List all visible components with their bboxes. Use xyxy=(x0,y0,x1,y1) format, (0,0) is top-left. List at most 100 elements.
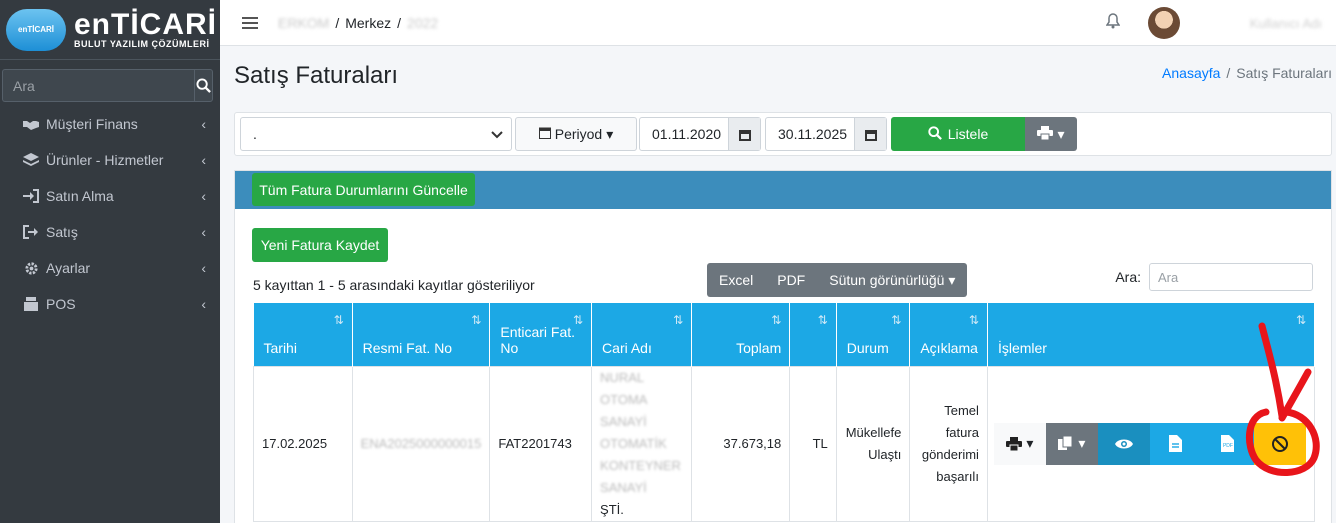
list-button[interactable]: Listele xyxy=(891,117,1025,151)
column-header-date[interactable]: Tarihi ⇅ xyxy=(253,303,353,366)
print-icon xyxy=(1006,436,1023,451)
table-header-row: Tarihi ⇅ Resmi Fat. No ⇅ Enticari Fat. No ⇅… xyxy=(253,303,1316,366)
cash-register-icon xyxy=(20,297,42,311)
sidebar-item-satis[interactable]: Satış ‹ xyxy=(0,214,220,250)
cloud-logo-icon: enTİCARİ xyxy=(6,8,66,51)
table-search-input[interactable] xyxy=(1149,263,1313,291)
caret-down-icon: ▾ xyxy=(606,125,614,142)
sort-icon: ⇅ xyxy=(673,313,684,327)
sign-in-icon xyxy=(20,189,42,203)
column-header-description[interactable]: Açıklama ⇅ xyxy=(909,303,988,366)
period-dropdown-button[interactable]: Periyod ▾ xyxy=(515,117,637,151)
hamburger-menu-icon[interactable] xyxy=(242,16,258,29)
ban-icon xyxy=(1271,435,1288,452)
start-date-field[interactable]: 01.11.2020 xyxy=(639,117,761,151)
sidebar-search-input[interactable] xyxy=(2,69,194,102)
cell-description: Temel fatura gönderimi başarılı xyxy=(909,365,988,522)
table-row: 17.02.2025 ENA2025000000015 FAT2201743 N… xyxy=(253,365,1316,522)
excel-button[interactable]: Excel xyxy=(707,272,765,288)
sort-icon: ⇅ xyxy=(968,313,979,327)
chevron-left-icon: ‹ xyxy=(201,296,206,312)
column-header-currency[interactable]: ⇅ xyxy=(789,303,837,366)
chevron-left-icon: ‹ xyxy=(201,188,206,204)
sidebar-item-pos[interactable]: POS ‹ xyxy=(0,286,220,322)
layers-icon xyxy=(20,153,42,167)
new-invoice-button[interactable]: Yeni Fatura Kaydet xyxy=(252,228,388,262)
chevron-left-icon: ‹ xyxy=(201,152,206,168)
sign-out-icon xyxy=(20,225,42,239)
column-header-total[interactable]: Toplam ⇅ xyxy=(691,303,791,366)
sort-icon: ⇅ xyxy=(572,313,584,327)
brand-subtitle: BULUT YAZILIM ÇÖZÜMLERİ xyxy=(74,38,210,49)
cell-date: 17.02.2025 xyxy=(253,365,353,522)
sort-icon: ⇅ xyxy=(771,313,782,327)
sort-icon: ⇅ xyxy=(1295,313,1306,327)
sort-icon: ⇅ xyxy=(891,313,902,327)
branch-name[interactable]: Merkez xyxy=(345,15,391,31)
caret-down-icon: ▾ xyxy=(1057,125,1065,142)
sort-icon: ⇅ xyxy=(817,313,828,327)
sidebar-item-urunler-hizmetler[interactable]: Ürünler - Hizmetler ‹ xyxy=(0,142,220,178)
navbar-context: ERKOM / Merkez / 2022 xyxy=(278,14,439,31)
column-header-official-no[interactable]: Resmi Fat. No ⇅ xyxy=(352,303,491,366)
chevron-left-icon: ‹ xyxy=(201,260,206,276)
row-cancel-button[interactable] xyxy=(1253,422,1306,465)
row-pdf-button[interactable]: PDF xyxy=(1201,422,1254,465)
print-icon xyxy=(1037,125,1054,143)
sidebar-search-button[interactable] xyxy=(194,69,213,102)
page-title: Satış Faturaları xyxy=(234,62,399,89)
column-header-enticari-no[interactable]: Enticari Fat. No ⇅ xyxy=(489,303,593,366)
chevron-left-icon: ‹ xyxy=(201,224,206,240)
avatar[interactable] xyxy=(1148,7,1180,39)
file-text-icon xyxy=(1169,435,1183,452)
update-all-statuses-button[interactable]: Tüm Fatura Durumlarını Güncelle xyxy=(252,173,475,206)
breadcrumb-current: Satış Faturaları xyxy=(1236,65,1332,81)
brand-logo[interactable]: enTİCARİ enTİCARİ BULUT YAZILIM ÇÖZÜMLER… xyxy=(0,0,220,60)
records-info: 5 kayıttan 1 - 5 arasındaki kayıtlar gös… xyxy=(253,277,535,293)
caret-down-icon: ▾ xyxy=(1026,435,1034,451)
column-header-actions[interactable]: İşlemler ⇅ xyxy=(987,303,1316,366)
cell-cari: NURAL OTOMA SANAYİ OTOMATİK KONTEYNER SA… xyxy=(591,365,693,522)
sidebar-item-musteri-finans[interactable]: Müşteri Finans ‹ xyxy=(0,106,220,142)
column-header-cari[interactable]: Cari Adı ⇅ xyxy=(591,303,693,366)
search-icon xyxy=(928,125,942,143)
row-print-dropdown-button[interactable]: ▾ xyxy=(993,422,1046,465)
calendar-icon[interactable] xyxy=(728,118,760,150)
pdf-button[interactable]: PDF xyxy=(765,272,817,288)
row-document-button[interactable] xyxy=(1149,422,1202,465)
breadcrumb: Anasayfa / Satış Faturaları xyxy=(1162,65,1332,81)
gear-icon xyxy=(20,261,42,276)
card-header: Tüm Fatura Durumlarını Güncelle xyxy=(235,171,1331,209)
brand-title: enTİCARİ xyxy=(74,7,217,41)
cell-status: Mükellefe Ulaştı xyxy=(835,365,911,522)
caret-down-icon: ▾ xyxy=(1078,435,1086,451)
sort-icon: ⇅ xyxy=(471,313,482,327)
export-buttons: Excel PDF Sütun görünürlüğü ▾ xyxy=(707,263,968,297)
chevron-down-icon xyxy=(491,126,503,142)
cell-currency: TL xyxy=(789,365,837,522)
sidebar-item-satin-alma[interactable]: Satın Alma ‹ xyxy=(0,178,220,214)
column-header-status[interactable]: Durum ⇅ xyxy=(836,303,911,366)
row-copy-dropdown-button[interactable]: ▾ xyxy=(1045,422,1098,465)
table-search: Ara: xyxy=(1115,263,1313,291)
sidebar-menu: Müşteri Finans ‹ Ürünler - Hizmetler ‹ S… xyxy=(0,106,220,322)
sidebar-item-ayarlar[interactable]: Ayarlar ‹ xyxy=(0,250,220,286)
cari-select[interactable]: . xyxy=(240,117,512,151)
breadcrumb-home-link[interactable]: Anasayfa xyxy=(1162,65,1220,81)
invoices-table: Tarihi ⇅ Resmi Fat. No ⇅ Enticari Fat. No ⇅… xyxy=(253,303,1316,522)
end-date-field[interactable]: 30.11.2025 xyxy=(765,117,887,151)
table-search-label: Ara: xyxy=(1115,269,1141,285)
print-dropdown-button[interactable]: ▾ xyxy=(1025,117,1077,151)
user-name[interactable]: Kullanıcı Adı xyxy=(1192,16,1322,31)
row-actions: ▾ ▾ PDF xyxy=(993,422,1306,465)
bell-icon[interactable] xyxy=(1105,13,1121,33)
filter-bar: . Periyod ▾ 01.11.2020 30.11.2025 Listel… xyxy=(234,112,1332,156)
top-navbar: ERKOM / Merkez / 2022 Kullanıcı Adı xyxy=(220,0,1336,46)
calendar-icon xyxy=(538,126,551,142)
calendar-icon[interactable] xyxy=(854,118,886,150)
column-visibility-button[interactable]: Sütun görünürlüğü ▾ xyxy=(817,272,967,289)
row-view-button[interactable] xyxy=(1097,422,1150,465)
sort-icon: ⇅ xyxy=(333,313,344,327)
copy-icon xyxy=(1058,436,1073,450)
cell-actions: ▾ ▾ PDF xyxy=(986,365,1316,522)
